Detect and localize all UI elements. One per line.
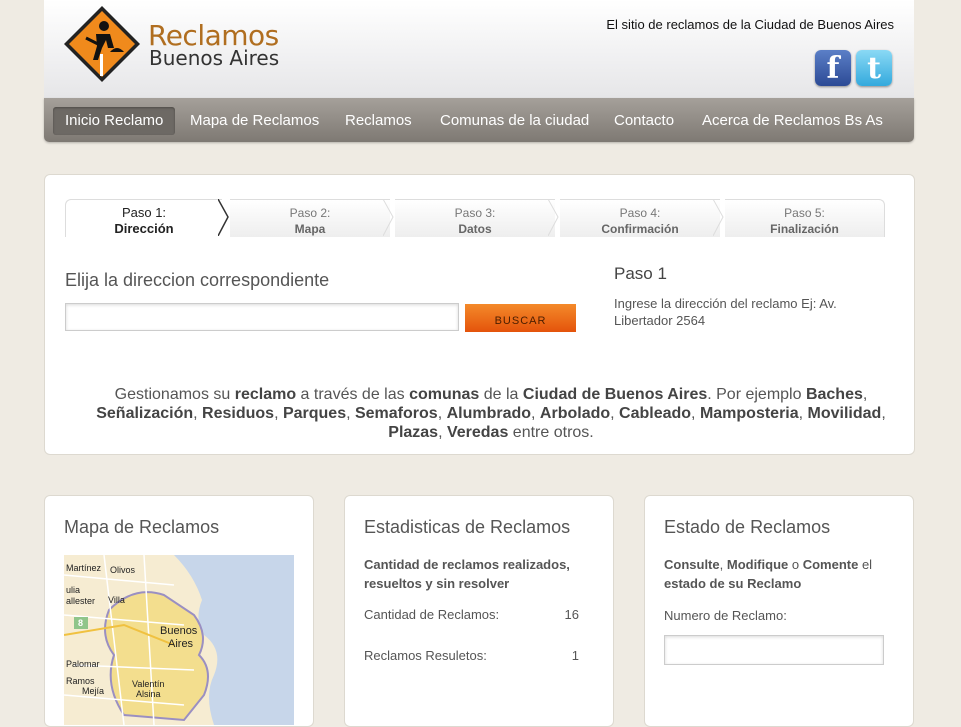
- estado-box: Estado de Reclamos Consulte, Modifique o…: [644, 495, 914, 727]
- map-label: Ramos: [66, 676, 95, 686]
- map-label: Alsina: [136, 689, 161, 699]
- nav-item-contacto[interactable]: Contacto: [614, 107, 674, 135]
- stats-value: 16: [564, 607, 579, 622]
- nav-item-comunas[interactable]: Comunas de la ciudad: [440, 107, 589, 135]
- estado-description: Consulte, Modifique o Comente el estado …: [664, 557, 873, 591]
- stats-label: Cantidad de Reclamos:: [364, 607, 500, 622]
- main-nav: Inicio Reclamo Mapa de Reclamos Reclamos…: [44, 98, 914, 142]
- map-box: Mapa de Reclamos Martínez Olivos ulia al…: [44, 495, 314, 727]
- map-label: Buenos: [160, 625, 198, 637]
- map-label: Valentín: [132, 679, 165, 689]
- gestionamos-text: Gestionamos su reclamo a través de las c…: [96, 386, 886, 441]
- step-2[interactable]: Paso 2: Mapa: [230, 199, 390, 237]
- step-1-name: Dirección: [114, 221, 174, 236]
- facebook-icon[interactable]: f: [815, 50, 851, 86]
- map-label: ulia: [66, 585, 81, 595]
- roadwork-logo-icon[interactable]: [62, 4, 142, 84]
- step-1-number: Paso 1:: [121, 205, 167, 220]
- address-input[interactable]: [65, 303, 459, 331]
- nav-item-mapa-de-reclamos[interactable]: Mapa de Reclamos: [190, 107, 319, 135]
- map-label: Villa: [108, 595, 125, 605]
- step-tracker: Paso 1: Dirección Paso 2: Mapa Paso 3: D…: [65, 199, 885, 237]
- route-badge: 8: [78, 618, 84, 628]
- step-4-number: Paso 4:: [619, 206, 661, 220]
- paso-title: Paso 1: [614, 264, 667, 283]
- step-separator-icon: [383, 199, 394, 236]
- stats-row-total: Cantidad de Reclamos: 16: [364, 607, 579, 622]
- numero-reclamo-input[interactable]: [664, 635, 884, 665]
- estado-box-title: Estado de Reclamos: [664, 517, 831, 537]
- numero-reclamo-label: Numero de Reclamo:: [664, 608, 787, 623]
- step-2-name: Mapa: [294, 222, 326, 236]
- stats-subtitle: Cantidad de reclamos realizados, resuelt…: [364, 557, 570, 591]
- stats-box-title: Estadisticas de Reclamos: [364, 517, 571, 537]
- step-3-number: Paso 3:: [454, 206, 496, 220]
- nav-item-acerca[interactable]: Acerca de Reclamos Bs As: [702, 107, 883, 135]
- search-heading: Elija la direccion correspondiente: [65, 270, 330, 290]
- map-label: Palomar: [66, 659, 100, 669]
- map-box-title: Mapa de Reclamos: [64, 517, 220, 537]
- step-4[interactable]: Paso 4: Confirmación: [560, 199, 720, 237]
- step-separator-icon: [713, 199, 724, 236]
- nav-item-reclamos[interactable]: Reclamos: [345, 107, 412, 135]
- map-label: Martínez: [66, 563, 102, 573]
- step-2-number: Paso 2:: [289, 206, 331, 220]
- map-label: Olivos: [110, 565, 136, 575]
- stats-label: Reclamos Resuletos:: [364, 648, 487, 663]
- nav-item-inicio-reclamo[interactable]: Inicio Reclamo: [53, 107, 176, 135]
- buscar-button[interactable]: BUSCAR: [465, 304, 576, 332]
- step-5-number: Paso 5:: [784, 206, 825, 220]
- step-1[interactable]: Paso 1: Dirección: [65, 199, 222, 237]
- step-separator-icon: [548, 199, 559, 236]
- stats-box: Estadisticas de Reclamos Cantidad de rec…: [344, 495, 614, 727]
- paso-description: Ingrese la dirección del reclamo Ej: Av.…: [614, 296, 837, 328]
- map-label: Aires: [168, 638, 194, 650]
- step-4-name: Confirmación: [601, 222, 679, 236]
- step-separator-icon: [218, 199, 229, 236]
- step-3[interactable]: Paso 3: Datos: [395, 199, 555, 237]
- site-tagline: El sitio de reclamos de la Ciudad de Bue…: [606, 17, 894, 32]
- stats-row-resueltos: Reclamos Resuletos: 1: [364, 648, 579, 663]
- twitter-icon[interactable]: t: [856, 50, 892, 86]
- stats-value: 1: [571, 648, 579, 663]
- brand-subtitle: Buenos Aires: [149, 46, 280, 70]
- city-map[interactable]: Martínez Olivos ulia allester Villa Buen…: [64, 555, 294, 725]
- step-5-name: Finalización: [770, 222, 839, 236]
- reclamo-panel: Paso 1: Dirección Paso 2: Mapa Paso 3: D…: [44, 174, 915, 455]
- map-label: allester: [66, 596, 96, 606]
- step-5[interactable]: Paso 5: Finalización: [725, 199, 885, 237]
- step-3-name: Datos: [458, 222, 492, 236]
- site-header: Reclamos Buenos Aires El sitio de reclam…: [44, 0, 914, 98]
- map-label: Mejía: [82, 686, 105, 696]
